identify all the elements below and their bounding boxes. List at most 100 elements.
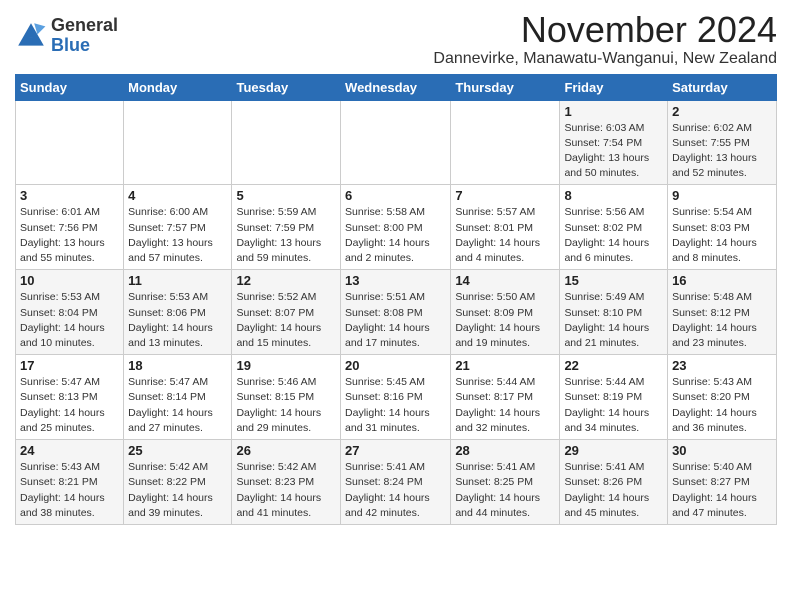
day-number: 7	[455, 188, 555, 203]
calendar-week-row: 1 Sunrise: 6:03 AMSunset: 7:54 PMDaylight…	[16, 100, 777, 185]
month-title: November 2024	[433, 10, 777, 50]
day-info: Sunrise: 5:44 AMSunset: 8:17 PMDaylight:…	[455, 375, 555, 436]
calendar-header-row: SundayMondayTuesdayWednesdayThursdayFrid…	[16, 74, 777, 100]
day-number: 12	[236, 273, 336, 288]
calendar-week-row: 10 Sunrise: 5:53 AMSunset: 8:04 PMDayligh…	[16, 270, 777, 355]
day-number: 8	[564, 188, 663, 203]
day-number: 13	[345, 273, 446, 288]
calendar-cell: 11 Sunrise: 5:53 AMSunset: 8:06 PMDayligh…	[124, 270, 232, 355]
calendar-cell: 5 Sunrise: 5:59 AMSunset: 7:59 PMDaylight…	[232, 185, 341, 270]
calendar-cell: 18 Sunrise: 5:47 AMSunset: 8:14 PMDayligh…	[124, 355, 232, 440]
calendar-cell	[451, 100, 560, 185]
calendar-cell: 7Sunrise: 5:57 AMSunset: 8:01 PMDaylight…	[451, 185, 560, 270]
day-number: 29	[564, 443, 663, 458]
col-header-saturday: Saturday	[668, 74, 777, 100]
calendar-cell: 22 Sunrise: 5:44 AMSunset: 8:19 PMDayligh…	[560, 355, 668, 440]
day-info: Sunrise: 5:54 AMSunset: 8:03 PMDaylight:…	[672, 205, 772, 266]
day-number: 3	[20, 188, 119, 203]
day-info: Sunrise: 5:46 AMSunset: 8:15 PMDaylight:…	[236, 375, 336, 436]
calendar-cell: 21 Sunrise: 5:44 AMSunset: 8:17 PMDayligh…	[451, 355, 560, 440]
day-number: 16	[672, 273, 772, 288]
day-info: Sunrise: 5:59 AMSunset: 7:59 PMDaylight:…	[236, 205, 336, 266]
day-info: Sunrise: 5:40 AMSunset: 8:27 PMDaylight:…	[672, 460, 772, 521]
day-number: 1	[564, 104, 663, 119]
calendar-cell: 15 Sunrise: 5:49 AMSunset: 8:10 PMDayligh…	[560, 270, 668, 355]
day-info: Sunrise: 6:00 AMSunset: 7:57 PMDaylight:…	[128, 205, 227, 266]
calendar-cell: 28Sunrise: 5:41 AMSunset: 8:25 PMDayligh…	[451, 440, 560, 525]
calendar-cell: 14 Sunrise: 5:50 AMSunset: 8:09 PMDayligh…	[451, 270, 560, 355]
day-info: Sunrise: 5:42 AMSunset: 8:23 PMDaylight:…	[236, 460, 336, 521]
day-info: Sunrise: 5:50 AMSunset: 8:09 PMDaylight:…	[455, 290, 555, 351]
col-header-thursday: Thursday	[451, 74, 560, 100]
day-info: Sunrise: 5:45 AMSunset: 8:16 PMDaylight:…	[345, 375, 446, 436]
calendar-cell	[232, 100, 341, 185]
day-number: 24	[20, 443, 119, 458]
day-number: 28	[455, 443, 555, 458]
col-header-tuesday: Tuesday	[232, 74, 341, 100]
calendar-cell: 12 Sunrise: 5:52 AMSunset: 8:07 PMDayligh…	[232, 270, 341, 355]
title-area: November 2024 Dannevirke, Manawatu-Wanga…	[433, 10, 777, 68]
calendar-cell: 3Sunrise: 6:01 AMSunset: 7:56 PMDaylight…	[16, 185, 124, 270]
calendar-cell: 4 Sunrise: 6:00 AMSunset: 7:57 PMDaylight…	[124, 185, 232, 270]
col-header-friday: Friday	[560, 74, 668, 100]
day-number: 11	[128, 273, 227, 288]
day-number: 22	[564, 358, 663, 373]
calendar-cell: 27Sunrise: 5:41 AMSunset: 8:24 PMDayligh…	[341, 440, 451, 525]
day-number: 21	[455, 358, 555, 373]
calendar-cell	[124, 100, 232, 185]
calendar-cell: 8 Sunrise: 5:56 AMSunset: 8:02 PMDaylight…	[560, 185, 668, 270]
calendar-cell: 2 Sunrise: 6:02 AMSunset: 7:55 PMDaylight…	[668, 100, 777, 185]
day-info: Sunrise: 5:56 AMSunset: 8:02 PMDaylight:…	[564, 205, 663, 266]
day-info: Sunrise: 5:42 AMSunset: 8:22 PMDaylight:…	[128, 460, 227, 521]
logo: General Blue	[15, 16, 118, 56]
day-number: 4	[128, 188, 227, 203]
day-number: 15	[564, 273, 663, 288]
day-info: Sunrise: 5:53 AMSunset: 8:04 PMDaylight:…	[20, 290, 119, 351]
day-number: 9	[672, 188, 772, 203]
col-header-monday: Monday	[124, 74, 232, 100]
day-info: Sunrise: 5:48 AMSunset: 8:12 PMDaylight:…	[672, 290, 772, 351]
logo-general-text: General	[51, 16, 118, 36]
logo-text: General Blue	[51, 16, 118, 56]
day-info: Sunrise: 5:53 AMSunset: 8:06 PMDaylight:…	[128, 290, 227, 351]
day-info: Sunrise: 5:43 AMSunset: 8:20 PMDaylight:…	[672, 375, 772, 436]
calendar-cell: 6 Sunrise: 5:58 AMSunset: 8:00 PMDaylight…	[341, 185, 451, 270]
day-info: Sunrise: 5:58 AMSunset: 8:00 PMDaylight:…	[345, 205, 446, 266]
day-info: Sunrise: 5:44 AMSunset: 8:19 PMDaylight:…	[564, 375, 663, 436]
calendar-cell: 23 Sunrise: 5:43 AMSunset: 8:20 PMDayligh…	[668, 355, 777, 440]
day-number: 26	[236, 443, 336, 458]
calendar-week-row: 3Sunrise: 6:01 AMSunset: 7:56 PMDaylight…	[16, 185, 777, 270]
col-header-sunday: Sunday	[16, 74, 124, 100]
calendar-table: SundayMondayTuesdayWednesdayThursdayFrid…	[15, 74, 777, 525]
day-number: 6	[345, 188, 446, 203]
calendar-cell: 26 Sunrise: 5:42 AMSunset: 8:23 PMDayligh…	[232, 440, 341, 525]
calendar-week-row: 17Sunrise: 5:47 AMSunset: 8:13 PMDayligh…	[16, 355, 777, 440]
day-number: 2	[672, 104, 772, 119]
calendar-cell: 25Sunrise: 5:42 AMSunset: 8:22 PMDayligh…	[124, 440, 232, 525]
day-number: 10	[20, 273, 119, 288]
day-info: Sunrise: 6:02 AMSunset: 7:55 PMDaylight:…	[672, 121, 772, 182]
day-number: 18	[128, 358, 227, 373]
calendar-cell: 19Sunrise: 5:46 AMSunset: 8:15 PMDayligh…	[232, 355, 341, 440]
location-subtitle: Dannevirke, Manawatu-Wanganui, New Zeala…	[433, 50, 777, 68]
day-info: Sunrise: 5:52 AMSunset: 8:07 PMDaylight:…	[236, 290, 336, 351]
day-info: Sunrise: 6:03 AMSunset: 7:54 PMDaylight:…	[564, 121, 663, 182]
day-info: Sunrise: 5:41 AMSunset: 8:26 PMDaylight:…	[564, 460, 663, 521]
day-number: 5	[236, 188, 336, 203]
calendar-cell	[16, 100, 124, 185]
day-number: 17	[20, 358, 119, 373]
calendar-cell	[341, 100, 451, 185]
logo-icon	[15, 20, 47, 52]
calendar-cell: 10 Sunrise: 5:53 AMSunset: 8:04 PMDayligh…	[16, 270, 124, 355]
day-info: Sunrise: 5:47 AMSunset: 8:14 PMDaylight:…	[128, 375, 227, 436]
calendar-cell: 20 Sunrise: 5:45 AMSunset: 8:16 PMDayligh…	[341, 355, 451, 440]
logo-blue-text: Blue	[51, 36, 118, 56]
calendar-cell: 29 Sunrise: 5:41 AMSunset: 8:26 PMDayligh…	[560, 440, 668, 525]
day-number: 14	[455, 273, 555, 288]
day-number: 20	[345, 358, 446, 373]
calendar-cell: 9 Sunrise: 5:54 AMSunset: 8:03 PMDaylight…	[668, 185, 777, 270]
calendar-cell: 17Sunrise: 5:47 AMSunset: 8:13 PMDayligh…	[16, 355, 124, 440]
day-number: 23	[672, 358, 772, 373]
day-info: Sunrise: 5:49 AMSunset: 8:10 PMDaylight:…	[564, 290, 663, 351]
calendar-cell: 16 Sunrise: 5:48 AMSunset: 8:12 PMDayligh…	[668, 270, 777, 355]
